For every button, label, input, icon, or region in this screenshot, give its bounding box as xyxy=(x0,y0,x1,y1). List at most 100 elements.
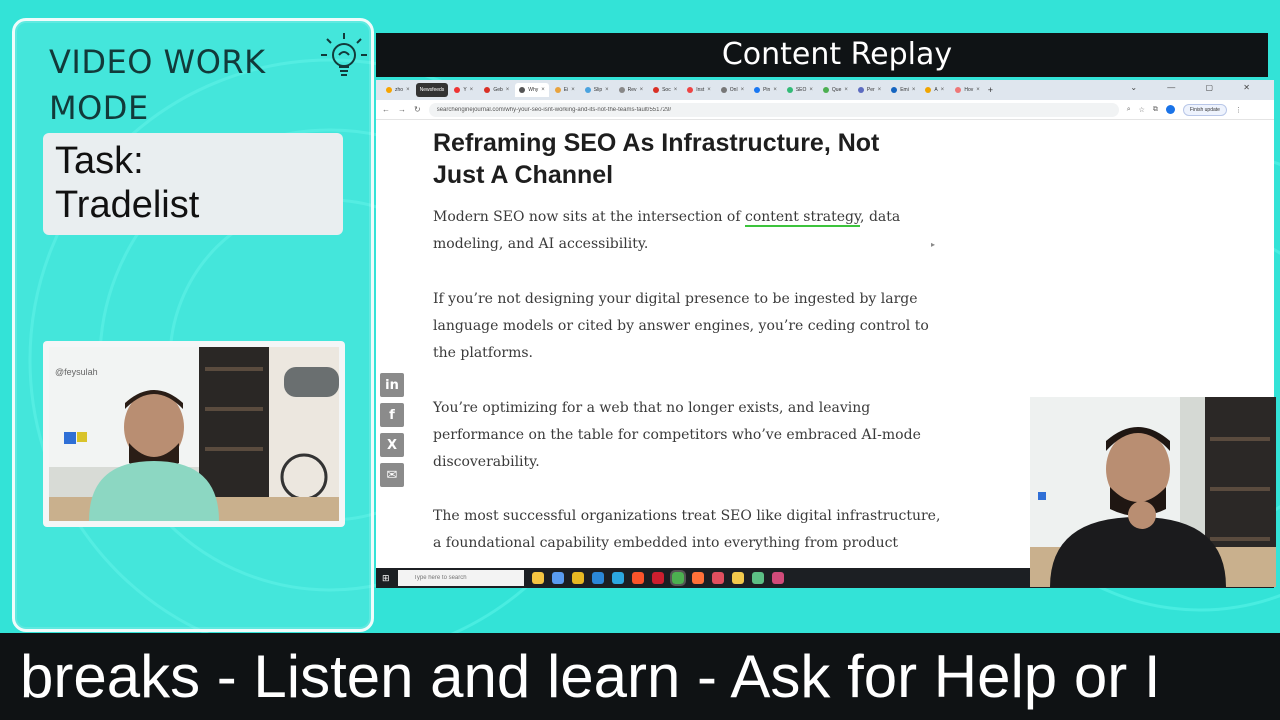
tab-close-icon[interactable]: × xyxy=(541,87,545,93)
tab-favicon-icon xyxy=(857,87,864,93)
tab-close-icon[interactable]: × xyxy=(912,87,916,93)
new-tab-icon[interactable]: + xyxy=(988,85,993,95)
article-paragraph-3: You’re optimizing for a web that no long… xyxy=(433,400,921,470)
tab-label: Ei xyxy=(563,87,569,93)
tab-label: Que xyxy=(831,87,842,93)
browser-tab[interactable]: Ei × xyxy=(551,83,579,97)
taskbar-app-icon[interactable] xyxy=(551,572,564,584)
tab-close-icon[interactable]: × xyxy=(741,87,745,93)
tab-label: Emi xyxy=(900,87,909,93)
browser-tab[interactable]: Onl × xyxy=(717,83,748,97)
tab-close-icon[interactable]: × xyxy=(640,87,644,93)
tab-close-icon[interactable]: × xyxy=(878,87,882,93)
profile-avatar[interactable] xyxy=(1165,105,1175,114)
url-input[interactable] xyxy=(428,102,1119,117)
content-strategy-link[interactable]: content strategy xyxy=(744,209,861,227)
tab-close-icon[interactable]: × xyxy=(773,87,777,93)
taskbar-app-icon[interactable] xyxy=(771,572,784,584)
task-card: Task: Tradelist xyxy=(43,133,343,235)
task-label: Task: xyxy=(55,140,144,182)
tab-close-icon[interactable]: × xyxy=(809,87,813,93)
reload-icon[interactable]: ↻ xyxy=(414,105,421,114)
zoom-icon[interactable]: ⌕ xyxy=(1127,106,1131,114)
browser-tab[interactable]: Geb × xyxy=(480,83,513,97)
browser-tab[interactable]: Per × xyxy=(854,83,885,97)
taskbar-app-icon[interactable] xyxy=(751,572,764,584)
tab-label: Newsfeeds xyxy=(419,87,445,93)
tab-close-icon[interactable]: × xyxy=(707,87,711,93)
browser-tab[interactable]: zho × xyxy=(382,83,414,97)
tab-label: Geb xyxy=(493,87,503,93)
work-mode-panel: VIDEO WORK MODE Task: Tradelist @feysula… xyxy=(12,18,374,632)
taskbar-brave-icon[interactable] xyxy=(631,572,644,584)
tab-close-icon[interactable]: × xyxy=(506,87,510,93)
bookmark-star-icon[interactable]: ☆ xyxy=(1139,106,1145,114)
taskbar-edge-icon[interactable] xyxy=(591,572,604,584)
windows-start-icon[interactable]: ⊞ xyxy=(382,573,390,584)
article-paragraph-4: The most successful organizations treat … xyxy=(433,508,941,551)
menu-icon[interactable]: ⋮ xyxy=(1235,106,1242,114)
tab-favicon-icon xyxy=(618,87,625,93)
webcam-feed-right xyxy=(1030,397,1276,587)
tab-favicon-icon xyxy=(584,87,591,93)
finish-update-button[interactable]: Finish update xyxy=(1182,103,1227,116)
taskbar-opera-icon[interactable] xyxy=(651,572,664,584)
email-share-button[interactable]: ✉ xyxy=(380,463,404,487)
taskbar-app-icon[interactable] xyxy=(611,572,624,584)
tab-label: SEO xyxy=(795,87,807,93)
tab-close-icon[interactable]: × xyxy=(976,87,980,93)
taskbar-app-icon[interactable] xyxy=(731,572,744,584)
tab-close-icon[interactable]: × xyxy=(844,87,848,93)
browser-tab[interactable]: Inst × xyxy=(683,83,715,97)
tab-close-icon[interactable]: × xyxy=(941,87,945,93)
webcam-scene-art xyxy=(1030,397,1276,587)
browser-tab[interactable]: Emi × xyxy=(887,83,919,97)
window-controls[interactable]: ⌄ — ▢ ✕ xyxy=(1130,83,1264,92)
back-icon[interactable]: ← xyxy=(382,105,390,114)
browser-tab[interactable]: Soc × xyxy=(649,83,681,97)
article-heading: Reframing SEO As Infrastructure, Not Jus… xyxy=(433,129,880,189)
browser-tab[interactable]: Hov × xyxy=(951,83,983,97)
tab-close-icon[interactable]: × xyxy=(571,87,575,93)
browser-tab[interactable]: Slip × xyxy=(581,83,613,97)
tab-close-icon[interactable]: × xyxy=(674,87,678,93)
tab-favicon-icon xyxy=(519,87,526,93)
tab-label: Y xyxy=(463,87,467,93)
browser-tab[interactable]: Pin × xyxy=(750,83,781,97)
taskbar-app-icon[interactable] xyxy=(711,572,724,584)
tab-close-icon[interactable]: × xyxy=(470,87,474,93)
tab-label: zho xyxy=(395,87,404,93)
taskbar-folder-icon[interactable] xyxy=(571,572,584,584)
linkedin-share-button[interactable]: in xyxy=(380,373,404,397)
browser-tab[interactable]: Why × xyxy=(515,83,549,97)
tab-favicon-icon xyxy=(687,87,694,93)
tab-favicon-icon xyxy=(891,87,898,93)
taskbar-app-icon[interactable] xyxy=(531,572,544,584)
article-paragraph-2: If you’re not designing your digital pre… xyxy=(433,291,929,361)
facebook-share-button[interactable]: f xyxy=(380,403,404,427)
tab-label: Slip xyxy=(593,87,603,93)
tab-label: Rev xyxy=(627,87,637,93)
browser-tab[interactable]: Y × xyxy=(450,83,478,97)
tab-favicon-icon xyxy=(484,87,491,93)
browser-tab[interactable]: Rev × xyxy=(615,83,647,97)
tab-close-icon[interactable]: × xyxy=(605,87,609,93)
x-share-button[interactable]: X xyxy=(380,433,404,457)
browser-tab[interactable]: Newsfeeds xyxy=(415,83,449,97)
browser-tab[interactable]: A × xyxy=(921,83,949,97)
browser-tab[interactable]: Que × xyxy=(819,83,852,97)
taskbar-search-input[interactable] xyxy=(397,570,524,586)
tab-favicon-icon xyxy=(955,87,962,93)
tab-favicon-icon xyxy=(454,87,461,93)
taskbar-firefox-icon[interactable] xyxy=(691,572,704,584)
lightbulb-icon xyxy=(321,33,367,76)
tab-label: A xyxy=(934,87,938,93)
tab-label: Hov xyxy=(964,87,974,93)
taskbar-chrome-icon[interactable] xyxy=(669,570,686,586)
browser-tab[interactable]: SEO × xyxy=(783,83,817,97)
tab-favicon-icon xyxy=(720,87,727,93)
address-bar: ← → ↻ ⌕ ☆ ⧉ Finish update ⋮ xyxy=(376,100,1274,120)
forward-icon[interactable]: → xyxy=(398,105,406,114)
tab-close-icon[interactable]: × xyxy=(406,87,410,93)
extensions-icon[interactable]: ⧉ xyxy=(1153,106,1158,114)
